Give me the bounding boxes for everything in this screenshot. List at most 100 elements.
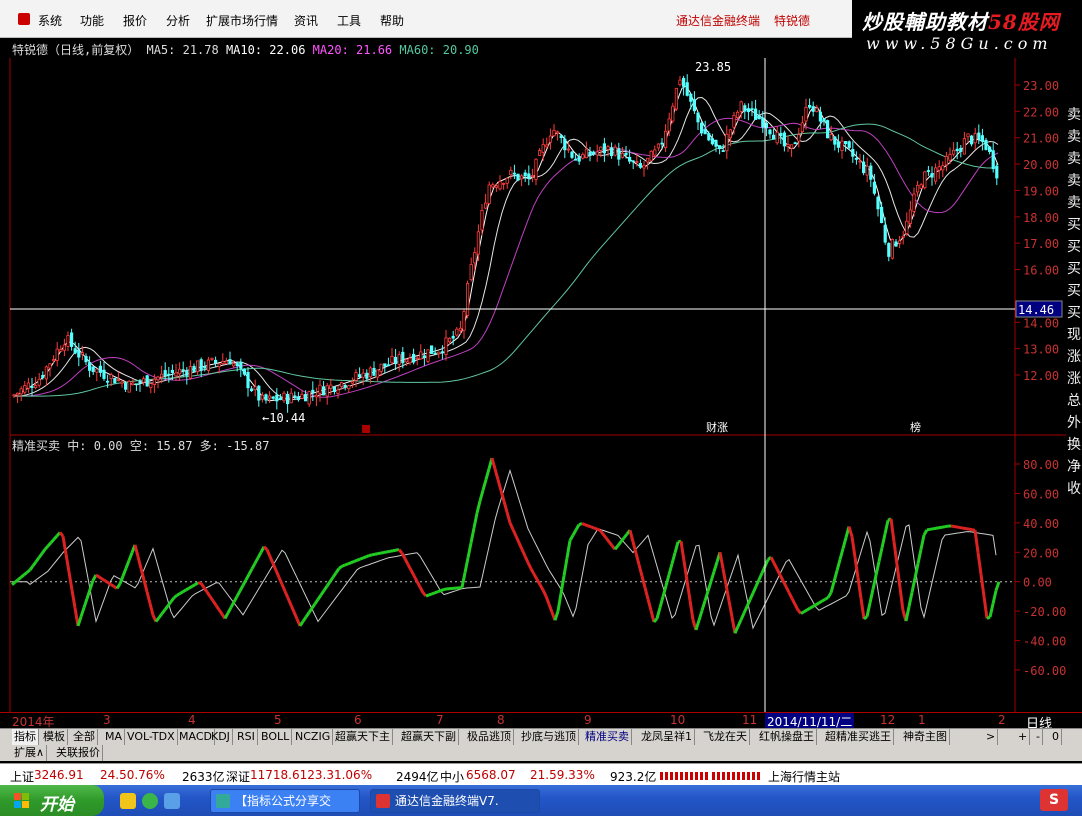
tab-control-2[interactable]: - [1034, 729, 1043, 746]
menu-tools[interactable]: 工具 [337, 12, 361, 29]
menu-analysis[interactable]: 分析 [166, 12, 190, 29]
indicator-main-segment [806, 606, 811, 612]
tab-indicator-7[interactable]: RSI [235, 729, 258, 746]
date-label: 10 [670, 713, 686, 727]
candle-body [177, 368, 182, 375]
candle-body [638, 163, 643, 168]
taskbar-item-tdx[interactable]: 通达信金融终端V7. [370, 789, 540, 813]
menu-extended-market[interactable]: 扩展市场行情 [206, 12, 278, 29]
windows-flag-icon [14, 793, 30, 809]
indicator-main-segment [505, 511, 512, 524]
quicklaunch-folder-icon[interactable] [120, 793, 136, 809]
tab-indicator-13[interactable]: 抄底与逃顶 [519, 729, 579, 746]
quicklaunch-ie-icon[interactable] [164, 793, 180, 809]
tab-indicator-17[interactable]: 红帆操盘王 [757, 729, 817, 746]
tab-indicator-15[interactable]: 龙凤呈祥1 [639, 729, 695, 746]
tray-sogou-icon[interactable]: S [1040, 789, 1068, 811]
tab-indicator-19[interactable]: 神奇主图 [901, 729, 950, 746]
chart-area[interactable]: 23.00 22.00 21.00 20.00 19.00 18.00 17.00 16.00… [0, 38, 1082, 712]
indicator-main-segment [694, 619, 701, 631]
indicator-main-segment [356, 557, 361, 562]
indicator-main-segment [334, 567, 341, 574]
tab-indicator-2[interactable]: 全部 [71, 729, 98, 746]
candle-body [501, 182, 506, 185]
indicator-main-segment [727, 600, 734, 618]
indicator-main-segment [907, 592, 914, 608]
candle-body [246, 372, 250, 389]
indicator-main-segment [818, 599, 823, 605]
indicator-main-segment [322, 585, 329, 592]
candle-body [916, 184, 920, 193]
indicator-main-segment [217, 608, 224, 615]
chart-canvas[interactable]: 23.00 22.00 21.00 20.00 19.00 18.00 17.00 16.00… [0, 38, 1082, 712]
candle-body [682, 77, 686, 87]
zx-index-label: 中小 [440, 770, 465, 784]
os-taskbar: 开始 【指标公式分享交 通达信金融终端V7. S [0, 785, 1082, 816]
tab-indicator-14[interactable]: 精准买卖 [583, 729, 632, 746]
indicator-main-segment [98, 575, 103, 581]
taskbar-item-forum[interactable]: 【指标公式分享交 [210, 789, 360, 813]
indicator-main-segment [460, 572, 467, 588]
indicator-main-segment [11, 581, 16, 586]
candle-body [746, 108, 751, 113]
tab-control-0[interactable]: > [984, 729, 999, 746]
tab-indicator-9[interactable]: NCZIG [293, 729, 334, 746]
tab-indicator-6[interactable]: KDJ [209, 729, 233, 746]
candle-body [152, 378, 156, 385]
indicator-main-segment [511, 528, 518, 537]
candle-body [159, 373, 164, 378]
tab-indicator-11[interactable]: 超赢天下副 [399, 729, 459, 746]
candle-body [52, 359, 56, 362]
candle-body [195, 360, 200, 373]
candle-body [786, 144, 790, 147]
indicator-main-segment [938, 525, 943, 530]
tab-indicator-12[interactable]: 极品逃顶 [465, 729, 514, 746]
candle-body [37, 378, 41, 386]
menu-help[interactable]: 帮助 [380, 12, 404, 29]
candle-body [991, 150, 995, 170]
indicator-main-segment [82, 598, 89, 609]
tab-extend[interactable]: 扩展∧ [12, 745, 48, 761]
indicator-main-segment [670, 552, 677, 565]
tab-related-quote[interactable]: 关联报价 [54, 745, 103, 761]
menu-news[interactable]: 资讯 [294, 12, 318, 29]
menu-function[interactable]: 功能 [80, 12, 104, 29]
tab-indicator-3[interactable]: MA [103, 729, 126, 746]
indicator-main-segment [247, 568, 254, 576]
indicator-main-segment [835, 559, 842, 572]
tab-indicator-4[interactable]: VOL-TDX [125, 729, 178, 746]
tab-indicator-0[interactable]: 指标 [12, 729, 39, 746]
tab-indicator-18[interactable]: 超精准买逃王 [823, 729, 894, 746]
menu-system[interactable]: 系统 [38, 12, 62, 29]
indicator-main-segment [194, 581, 199, 586]
candle-body [714, 139, 718, 147]
candle-body [242, 368, 246, 375]
tab-indicator-10[interactable]: 超赢天下主 [333, 729, 393, 746]
indicator-main-segment [962, 526, 967, 531]
candle-body [134, 383, 138, 386]
start-button[interactable]: 开始 [0, 785, 104, 816]
menu-quote[interactable]: 报价 [123, 12, 147, 29]
indicator-main-segment [58, 531, 65, 538]
tab-indicator-16[interactable]: 飞龙在天 [701, 729, 750, 746]
indicator-main-segment [64, 553, 71, 573]
candle-body [307, 391, 311, 405]
ma20-label: MA20: 21.66 [312, 43, 393, 57]
tab-indicator-1[interactable]: 模板 [41, 729, 68, 746]
tab-control-1[interactable]: + [1016, 729, 1031, 746]
candle-body [775, 131, 779, 144]
quicklaunch-browser-icon[interactable] [142, 793, 158, 809]
side-quote-label: 买 [1067, 283, 1081, 299]
ma10-label: MA10: 22.06 [225, 43, 306, 57]
candle-body [141, 378, 146, 383]
candle-body [642, 164, 646, 169]
tab-control-3[interactable]: 0 [1050, 729, 1062, 746]
candle-body [465, 283, 470, 316]
tab-indicator-8[interactable]: BOLL [259, 729, 293, 746]
candle-body [678, 79, 682, 86]
low-price-label: ←10.44 [262, 411, 305, 425]
indicator-main-segment [136, 556, 143, 569]
indicator-main-segment [865, 602, 872, 617]
side-quote-labels: 卖卖卖卖卖买买买买买现涨涨总外换净收 [1066, 104, 1082, 500]
indicator-main-segment [929, 527, 934, 531]
